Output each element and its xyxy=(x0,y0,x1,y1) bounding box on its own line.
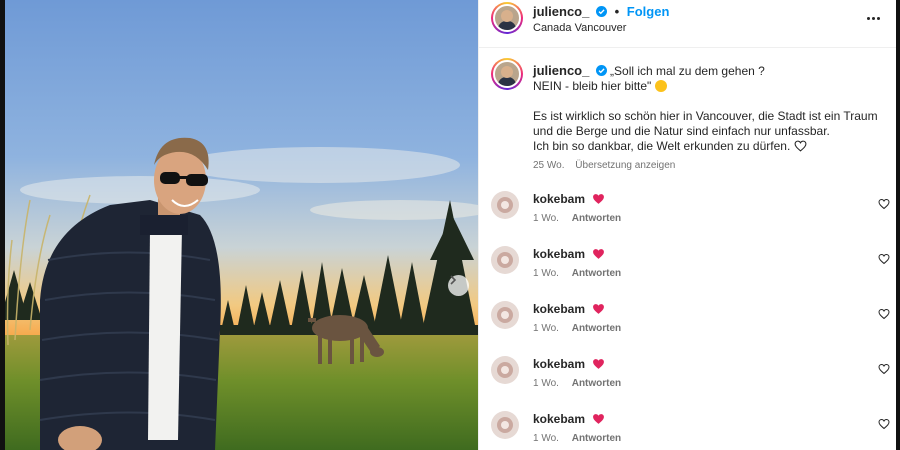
header-user-line: julienco_ • Folgen xyxy=(533,4,669,19)
follow-button[interactable]: Folgen xyxy=(627,4,670,19)
heart-icon xyxy=(593,194,605,204)
caption-age: 25 Wo. xyxy=(533,160,565,171)
caption-text: julienco_ „Soll ich mal zu dem gehen ? N… xyxy=(533,63,883,173)
heart-icon xyxy=(593,359,605,369)
photo-scene xyxy=(0,0,478,450)
like-comment-icon[interactable] xyxy=(878,418,890,430)
comment-avatar[interactable] xyxy=(491,356,519,384)
comment-username[interactable]: kokebam xyxy=(533,192,585,206)
reply-button[interactable]: Antworten xyxy=(572,323,621,334)
heart-outline-icon xyxy=(794,140,807,152)
like-comment-icon[interactable] xyxy=(878,198,890,210)
comment-username[interactable]: kokebam xyxy=(533,247,585,261)
comment-avatar[interactable] xyxy=(491,191,519,219)
reply-button[interactable]: Antworten xyxy=(572,433,621,444)
post-photo xyxy=(0,0,478,450)
comment-item: kokebam 1 Wo. Antworten xyxy=(491,191,891,237)
comment-age: 1 Wo. xyxy=(533,378,559,389)
heart-icon xyxy=(593,414,605,424)
caption-avatar[interactable] xyxy=(491,58,523,90)
like-comment-icon[interactable] xyxy=(878,253,890,265)
post-panel: julienco_ • Folgen Canada Vancouver juli… xyxy=(478,0,897,450)
comment-item: kokebam 1 Wo. Antworten xyxy=(491,246,891,292)
grinning-sweat-emoji xyxy=(654,80,667,92)
comment-age: 1 Wo. xyxy=(533,213,559,224)
author-avatar[interactable] xyxy=(491,2,523,34)
heart-icon xyxy=(593,304,605,314)
comment-avatar[interactable] xyxy=(491,301,519,329)
caption-line1: „Soll ich mal zu dem gehen ? xyxy=(610,64,765,78)
caption-username[interactable]: julienco_ xyxy=(533,63,589,78)
caption-para2: Ich bin so dankbar, die Welt erkunden zu… xyxy=(533,139,791,153)
more-options-icon[interactable] xyxy=(867,12,885,24)
reply-button[interactable]: Antworten xyxy=(572,213,621,224)
heart-icon xyxy=(593,249,605,259)
comment-age: 1 Wo. xyxy=(533,433,559,444)
comment-item: kokebam 1 Wo. Antworten xyxy=(491,301,891,347)
author-username[interactable]: julienco_ xyxy=(533,4,589,19)
like-comment-icon[interactable] xyxy=(878,308,890,320)
reply-button[interactable]: Antworten xyxy=(572,378,621,389)
verified-badge-icon xyxy=(595,65,607,76)
translate-link[interactable]: Übersetzung anzeigen xyxy=(575,160,675,171)
chevron-right-icon xyxy=(450,275,457,285)
comment-username[interactable]: kokebam xyxy=(533,302,585,316)
comment-username[interactable]: kokebam xyxy=(533,412,585,426)
post-header: julienco_ • Folgen Canada Vancouver xyxy=(479,0,897,48)
comment-avatar[interactable] xyxy=(491,246,519,274)
location-link[interactable]: Canada Vancouver xyxy=(533,22,626,34)
comment-avatar[interactable] xyxy=(491,411,519,439)
comment-username[interactable]: kokebam xyxy=(533,357,585,371)
separator-dot: • xyxy=(614,4,620,19)
next-photo-button[interactable] xyxy=(448,275,469,296)
verified-badge-icon xyxy=(595,6,607,17)
caption-para1: Es ist wirklich so schön hier in Vancouv… xyxy=(533,109,878,138)
frame-edge-left xyxy=(0,0,5,450)
reply-button[interactable]: Antworten xyxy=(572,268,621,279)
comment-item: kokebam 1 Wo. Antworten xyxy=(491,356,891,402)
caption-meta: 25 Wo. Übersetzung anzeigen xyxy=(533,158,883,173)
comment-age: 1 Wo. xyxy=(533,323,559,334)
comment-item: kokebam 1 Wo. Antworten xyxy=(491,411,891,450)
comment-age: 1 Wo. xyxy=(533,268,559,279)
like-comment-icon[interactable] xyxy=(878,363,890,375)
caption-line2: NEIN - bleib hier bitte" xyxy=(533,79,652,93)
frame-edge-right xyxy=(896,0,900,450)
